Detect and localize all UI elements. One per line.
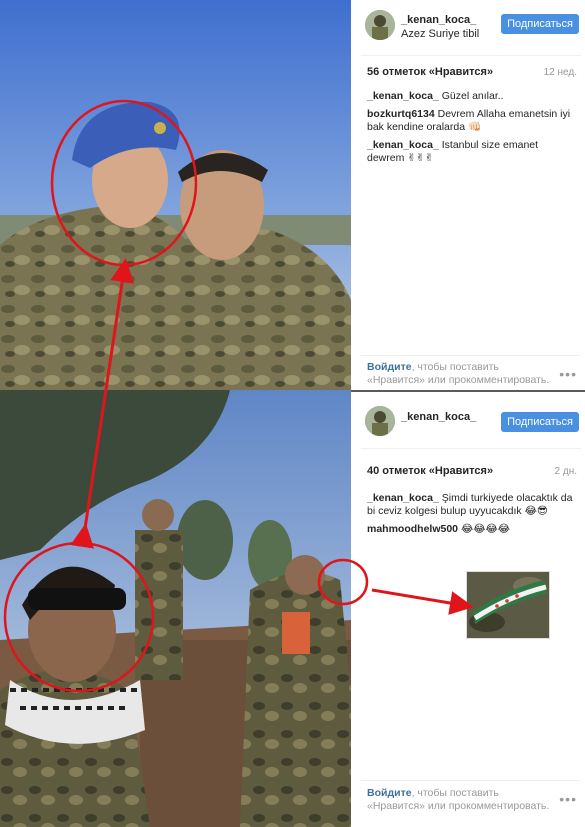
comment-user[interactable]: _kenan_koca_ <box>367 492 439 504</box>
post-2-header: _kenan_koca_ Подписаться <box>365 406 579 440</box>
comment: bozkurtq6134 Devrem Allaha emanetsin iyi… <box>367 108 577 134</box>
login-prompt: Войдите, чтобы поставить «Нравится» или … <box>367 361 555 387</box>
login-prompt: Войдите, чтобы поставить «Нравится» или … <box>367 787 555 813</box>
post-age[interactable]: 12 нед. <box>544 67 577 78</box>
comment-user[interactable]: bozkurtq6134 <box>367 108 435 120</box>
post-2-photo[interactable] <box>0 390 351 827</box>
likes-count[interactable]: 40 отметок «Нравится» <box>367 465 493 477</box>
more-options-icon[interactable]: ••• <box>559 366 577 382</box>
comment: _kenan_koca_ Istanbul size emanet dewrem… <box>367 139 577 165</box>
divider <box>361 448 581 449</box>
likes-count[interactable]: 56 отметок «Нравится» <box>367 66 493 78</box>
follow-button[interactable]: Подписаться <box>501 412 579 432</box>
comment: mahmoodhelw500 😂😂😂😂 <box>367 523 577 536</box>
comment-user[interactable]: _kenan_koca_ <box>367 139 439 151</box>
post-1-photo[interactable] <box>0 0 351 390</box>
follow-button[interactable]: Подписаться <box>501 14 579 34</box>
avatar[interactable] <box>365 406 395 436</box>
comments-list: _kenan_koca_ Şimdi turkiyede olacaktık d… <box>367 492 577 541</box>
login-link[interactable]: Войдите <box>367 361 412 373</box>
username[interactable]: _kenan_koca_ <box>401 411 476 423</box>
location-link[interactable]: Azez Suriye tibil <box>401 28 479 40</box>
post-age[interactable]: 2 дн. <box>555 466 577 477</box>
divider <box>361 355 581 356</box>
comments-list: _kenan_koca_ Güzel anılar.. bozkurtq6134… <box>367 90 577 170</box>
comment: _kenan_koca_ Şimdi turkiyede olacaktık d… <box>367 492 577 518</box>
login-link[interactable]: Войдите <box>367 787 412 799</box>
comment-user[interactable]: mahmoodhelw500 <box>367 523 458 535</box>
divider <box>361 780 581 781</box>
avatar[interactable] <box>365 10 395 40</box>
zoomed-patch-inset <box>466 571 550 639</box>
username[interactable]: _kenan_koca_ <box>401 14 476 26</box>
post-1-sidebar: _kenan_koca_ Azez Suriye tibil Подписать… <box>357 0 585 390</box>
post-1: _kenan_koca_ Azez Suriye tibil Подписать… <box>0 0 585 390</box>
comment-text: 😂😂😂😂 <box>460 523 511 535</box>
more-options-icon[interactable]: ••• <box>559 791 577 807</box>
comment-text: Güzel anılar.. <box>441 90 504 102</box>
divider <box>361 55 581 56</box>
post-1-header: _kenan_koca_ Azez Suriye tibil Подписать… <box>365 10 579 44</box>
comment: _kenan_koca_ Güzel anılar.. <box>367 90 577 103</box>
comment-user[interactable]: _kenan_koca_ <box>367 90 439 102</box>
